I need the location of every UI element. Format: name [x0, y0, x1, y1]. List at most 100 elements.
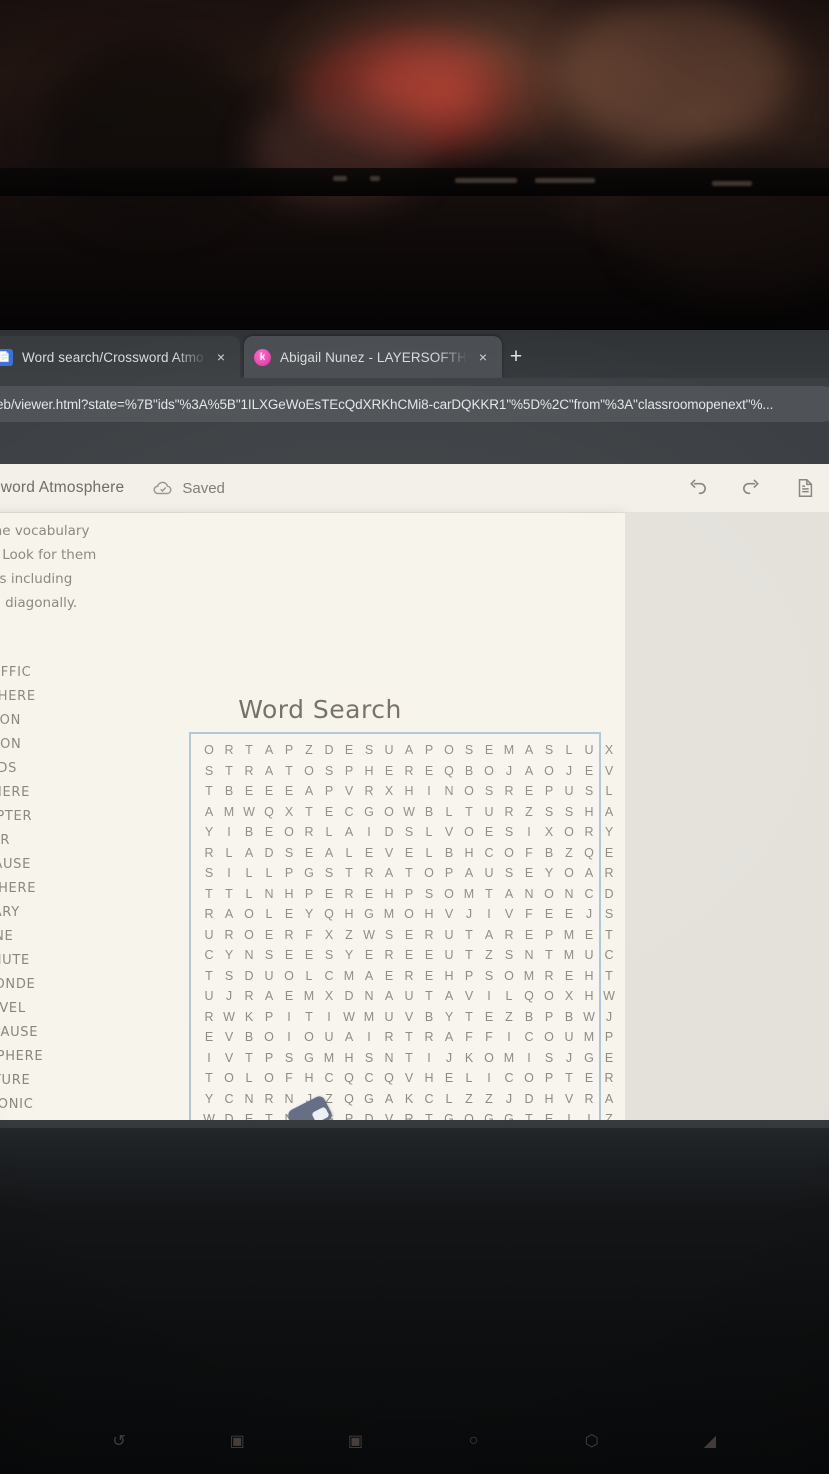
- word-search-letter[interactable]: O: [539, 989, 559, 1003]
- word-search-letter[interactable]: T: [599, 969, 619, 983]
- word-search-letter[interactable]: M: [359, 1010, 379, 1024]
- word-search-letter[interactable]: X: [599, 743, 619, 757]
- word-search-letter[interactable]: B: [559, 1010, 579, 1024]
- word-search-letter[interactable]: E: [559, 969, 579, 983]
- word-search-letter[interactable]: E: [439, 1071, 459, 1085]
- word-search-letter[interactable]: O: [279, 825, 299, 839]
- word-search-letter[interactable]: H: [579, 805, 599, 819]
- word-search-letter[interactable]: Z: [479, 948, 499, 962]
- word-search-letter[interactable]: E: [599, 846, 619, 860]
- word-search-letter[interactable]: T: [519, 1112, 539, 1120]
- word-search-letter[interactable]: T: [599, 928, 619, 942]
- word-search-letter[interactable]: L: [259, 866, 279, 880]
- word-search-letter[interactable]: T: [239, 1051, 259, 1065]
- word-search-letter[interactable]: T: [199, 784, 219, 798]
- word-search-letter[interactable]: O: [499, 969, 519, 983]
- word-search-letter[interactable]: A: [439, 1030, 459, 1044]
- word-search-letter[interactable]: T: [559, 1071, 579, 1085]
- word-search-letter[interactable]: R: [299, 825, 319, 839]
- word-search-letter[interactable]: B: [419, 805, 439, 819]
- word-search-letter[interactable]: E: [579, 764, 599, 778]
- new-tab-button[interactable]: +: [505, 346, 527, 369]
- word-search-letter[interactable]: B: [459, 764, 479, 778]
- word-search-letter[interactable]: S: [379, 928, 399, 942]
- word-search-letter[interactable]: U: [479, 866, 499, 880]
- word-search-letter[interactable]: M: [519, 969, 539, 983]
- word-search-letter[interactable]: V: [399, 1010, 419, 1024]
- word-search-letter[interactable]: C: [219, 1092, 239, 1106]
- word-search-letter[interactable]: M: [459, 887, 479, 901]
- word-search-letter[interactable]: Q: [339, 1071, 359, 1085]
- word-search-letter[interactable]: O: [559, 825, 579, 839]
- word-search-letter[interactable]: Y: [219, 948, 239, 962]
- word-search-letter[interactable]: A: [399, 743, 419, 757]
- word-search-letter[interactable]: T: [219, 887, 239, 901]
- word-search-letter[interactable]: O: [479, 764, 499, 778]
- screenshot-icon[interactable]: ▣: [342, 1428, 368, 1454]
- word-search-letter[interactable]: D: [379, 825, 399, 839]
- word-search-letter[interactable]: H: [419, 907, 439, 921]
- word-search-letter[interactable]: M: [319, 1051, 339, 1065]
- word-search-letter[interactable]: H: [299, 1071, 319, 1085]
- word-search-letter[interactable]: P: [539, 784, 559, 798]
- word-search-letter[interactable]: C: [319, 1071, 339, 1085]
- word-search-letter[interactable]: E: [359, 948, 379, 962]
- word-search-letter[interactable]: A: [259, 989, 279, 1003]
- word-search-letter[interactable]: Z: [519, 805, 539, 819]
- word-search-letter[interactable]: E: [259, 825, 279, 839]
- word-search-letter[interactable]: A: [199, 805, 219, 819]
- word-search-letter[interactable]: L: [219, 846, 239, 860]
- word-search-letter[interactable]: H: [459, 846, 479, 860]
- word-search-letter[interactable]: B: [439, 846, 459, 860]
- word-search-letter[interactable]: P: [439, 866, 459, 880]
- word-search-letter[interactable]: T: [339, 866, 359, 880]
- word-search-letter[interactable]: A: [219, 907, 239, 921]
- word-search-letter[interactable]: I: [419, 784, 439, 798]
- word-search-letter[interactable]: K: [239, 1010, 259, 1024]
- word-search-letter[interactable]: R: [339, 887, 359, 901]
- word-search-letter[interactable]: S: [499, 825, 519, 839]
- word-search-letter[interactable]: O: [279, 969, 299, 983]
- close-icon[interactable]: ×: [474, 349, 492, 365]
- word-search-letter[interactable]: P: [419, 743, 439, 757]
- word-search-letter[interactable]: E: [519, 928, 539, 942]
- word-search-letter[interactable]: U: [379, 1010, 399, 1024]
- word-search-letter[interactable]: I: [319, 1010, 339, 1024]
- word-search-letter[interactable]: I: [279, 1030, 299, 1044]
- word-search-letter[interactable]: F: [459, 1030, 479, 1044]
- word-search-letter[interactable]: F: [479, 1030, 499, 1044]
- word-search-letter[interactable]: A: [259, 764, 279, 778]
- word-search-letter[interactable]: N: [519, 948, 539, 962]
- word-search-letter[interactable]: P: [279, 743, 299, 757]
- word-search-letter[interactable]: U: [579, 743, 599, 757]
- word-search-letter[interactable]: S: [279, 1051, 299, 1065]
- word-search-letter[interactable]: C: [359, 1071, 379, 1085]
- word-search-letter[interactable]: A: [259, 743, 279, 757]
- word-search-letter[interactable]: Q: [439, 764, 459, 778]
- word-search-letter[interactable]: H: [359, 764, 379, 778]
- word-search-letter[interactable]: Q: [379, 1071, 399, 1085]
- word-search-letter[interactable]: S: [479, 969, 499, 983]
- word-search-letter[interactable]: M: [579, 1030, 599, 1044]
- word-search-letter[interactable]: B: [239, 1030, 259, 1044]
- word-search-letter[interactable]: T: [419, 1112, 439, 1120]
- word-search-letter[interactable]: S: [539, 805, 559, 819]
- word-search-letter[interactable]: F: [519, 907, 539, 921]
- word-search-letter[interactable]: N: [519, 887, 539, 901]
- word-search-letter[interactable]: K: [459, 1051, 479, 1065]
- word-search-letter[interactable]: V: [219, 1030, 239, 1044]
- word-search-letter[interactable]: R: [599, 1071, 619, 1085]
- word-search-letter[interactable]: L: [339, 846, 359, 860]
- word-search-letter[interactable]: A: [299, 784, 319, 798]
- word-search-letter[interactable]: E: [339, 743, 359, 757]
- word-search-letter[interactable]: E: [279, 907, 299, 921]
- word-search-grid[interactable]: ORTAPZDESUAPOSEMASLUXSTRATOSPHEREQBOJAOJ…: [189, 732, 615, 1120]
- word-search-letter[interactable]: P: [259, 1010, 279, 1024]
- word-search-letter[interactable]: J: [559, 764, 579, 778]
- word-search-letter[interactable]: E: [299, 948, 319, 962]
- word-search-letter[interactable]: B: [519, 1010, 539, 1024]
- word-search-letter[interactable]: A: [359, 969, 379, 983]
- word-search-letter[interactable]: T: [399, 1051, 419, 1065]
- word-search-letter[interactable]: I: [479, 1071, 499, 1085]
- word-search-letter[interactable]: T: [199, 969, 219, 983]
